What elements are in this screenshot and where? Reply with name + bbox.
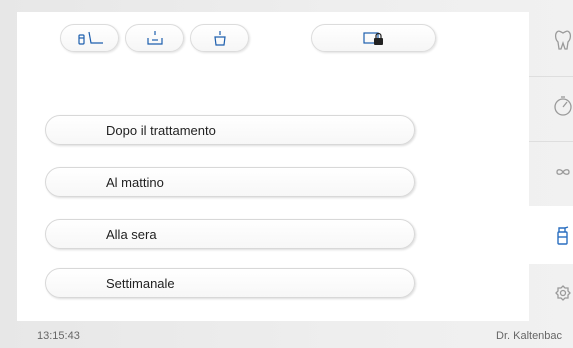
tab-timer[interactable]	[529, 78, 573, 133]
spray-chair-icon	[77, 31, 103, 45]
spray-bottle-icon	[557, 226, 569, 245]
status-user: Dr. Kaltenbac	[496, 330, 563, 342]
program-button-morning[interactable]: Al mattino	[45, 167, 415, 197]
program-label: Settimanale	[106, 276, 175, 291]
settings-icon	[555, 284, 571, 301]
cup-icon	[213, 31, 226, 46]
lock-button[interactable]	[311, 24, 436, 52]
tab-hygiene[interactable]	[529, 206, 573, 264]
program-button-after-treatment[interactable]: Dopo il trattamento	[45, 115, 415, 145]
lock-icon	[362, 32, 383, 45]
timer-icon	[554, 95, 572, 116]
program-button-weekly[interactable]: Settimanale	[45, 268, 415, 298]
status-time: 13:15:43	[37, 330, 80, 342]
tab-settings[interactable]	[529, 266, 573, 321]
tab-infinity[interactable]	[529, 144, 573, 199]
cup-button[interactable]	[190, 24, 249, 52]
infinity-icon	[556, 168, 570, 175]
tooth-icon	[554, 30, 572, 50]
tab-tooth[interactable]	[529, 12, 573, 67]
basin-icon	[146, 31, 163, 45]
program-label: Dopo il trattamento	[106, 123, 216, 138]
program-label: Alla sera	[106, 227, 157, 242]
program-label: Al mattino	[106, 175, 164, 190]
sidebar-divider	[529, 76, 573, 77]
sidebar-divider	[529, 141, 573, 142]
basin-button[interactable]	[125, 24, 184, 52]
program-button-evening[interactable]: Alla sera	[45, 219, 415, 249]
spray-chair-button[interactable]	[60, 24, 119, 52]
